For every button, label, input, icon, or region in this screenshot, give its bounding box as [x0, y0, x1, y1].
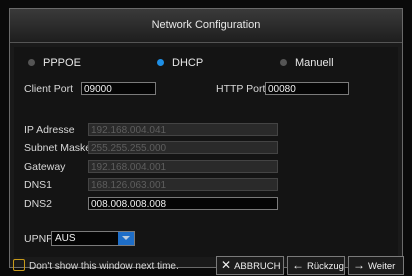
footer-bar: Don't show this window next time. ✕ ABBRU…: [0, 256, 412, 276]
dns2-input[interactable]: 008.008.008.008: [88, 197, 278, 210]
pppoe-label: PPPOE: [43, 57, 81, 69]
manual-radio-icon[interactable]: [280, 58, 287, 66]
pppoe-radio-option[interactable]: PPPOE: [28, 57, 81, 69]
back-label: Rückzug: [307, 261, 344, 272]
subnet-mask-label: Subnet Maske: [24, 142, 92, 154]
dns1-input[interactable]: 168.126.063.001: [88, 178, 278, 191]
client-port-input[interactable]: 09000: [81, 82, 156, 95]
http-port-input[interactable]: 00080: [265, 82, 349, 95]
settings-panel: PPPOE DHCP Manuell Client Port 09000 HTT…: [14, 47, 398, 257]
dialog-title: Network Configuration: [10, 9, 402, 43]
http-port-label: HTTP Port: [216, 83, 266, 95]
dont-show-label: Don't show this window next time.: [29, 261, 179, 272]
arrow-right-icon: →: [353, 258, 365, 272]
ip-address-input[interactable]: 192.168.004.041: [88, 123, 278, 136]
dhcp-label: DHCP: [172, 57, 204, 69]
subnet-mask-input[interactable]: 255.255.255.000: [88, 141, 278, 154]
ip-address-label: IP Adresse: [24, 124, 75, 136]
arrow-left-icon: ←: [292, 258, 304, 272]
gateway-input[interactable]: 192.168.004.001: [88, 160, 278, 173]
gateway-label: Gateway: [24, 161, 66, 173]
manual-radio-option[interactable]: Manuell: [280, 57, 334, 69]
client-port-label: Client Port: [24, 83, 74, 95]
back-button[interactable]: ← Rückzug: [287, 256, 345, 275]
pppoe-radio-icon[interactable]: [28, 58, 35, 66]
upnp-value: AUS: [55, 233, 76, 244]
network-config-dialog: Network Configuration PPPOE DHCP Manuell…: [9, 8, 403, 268]
next-label: Weiter: [368, 261, 396, 272]
dhcp-radio-option[interactable]: DHCP: [157, 57, 203, 69]
close-icon: ✕: [221, 258, 232, 272]
manual-label: Manuell: [295, 57, 334, 69]
next-button[interactable]: → Weiter: [348, 256, 404, 275]
upnp-select[interactable]: AUS: [51, 231, 135, 246]
cancel-button[interactable]: ✕ ABBRUCH: [216, 256, 284, 275]
dns2-label: DNS2: [24, 198, 53, 210]
upnp-label: UPNP: [24, 233, 54, 245]
chevron-down-icon[interactable]: [118, 232, 134, 245]
cancel-label: ABBRUCH: [234, 261, 281, 272]
dns1-label: DNS1: [24, 179, 53, 191]
dont-show-checkbox[interactable]: [13, 259, 25, 271]
dhcp-radio-icon[interactable]: [157, 58, 164, 66]
